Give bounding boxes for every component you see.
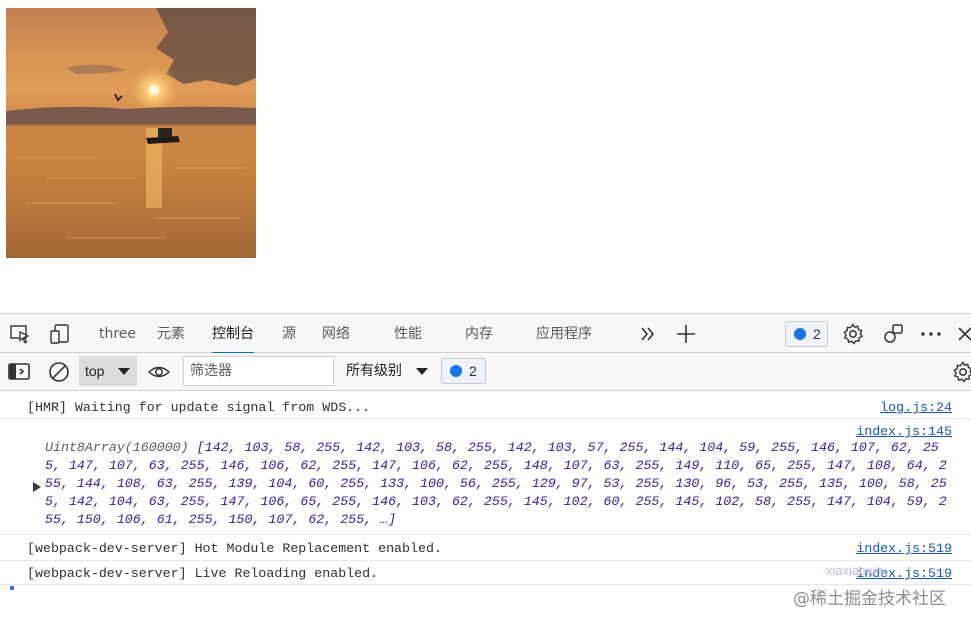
console-message-text: [webpack-dev-server] Hot Module Replacem…	[27, 541, 442, 556]
console-message-text: [webpack-dev-server] Live Reloading enab…	[27, 566, 379, 581]
console-settings-icon[interactable]	[951, 360, 971, 384]
device-emulation-icon[interactable]	[48, 322, 72, 346]
chevron-down-icon	[416, 368, 428, 375]
console-source-link[interactable]: log.js:24	[880, 400, 952, 415]
chevron-down-icon	[118, 368, 130, 375]
array-type-label: Uint8Array(160000)	[45, 440, 197, 455]
console-message: [HMR] Waiting for update signal from WDS…	[0, 394, 971, 419]
console-source-link[interactable]: index.js:519	[856, 541, 952, 556]
message-icon	[450, 365, 462, 377]
clear-console-icon[interactable]	[47, 360, 71, 384]
context-value: top	[85, 363, 105, 379]
console-message-array: index.js:145 Uint8Array(160000) [142, 10…	[0, 419, 971, 535]
uint8array-preview[interactable]: Uint8Array(160000) [142, 103, 58, 255, 1…	[45, 439, 951, 529]
tab-console[interactable]: 控制台	[212, 314, 254, 354]
watermark-small: xiaxiaoxia	[826, 563, 884, 578]
console-issues-count: 2	[469, 363, 477, 379]
devtools-tab-bar: three 元素 控制台 源 网络 性能 内存 应用程序 2	[0, 313, 971, 354]
settings-icon[interactable]	[841, 322, 865, 346]
console-message-text: [HMR] Waiting for update signal from WDS…	[27, 400, 371, 415]
log-levels-label: 所有级别	[346, 363, 402, 379]
watermark-text: @稀土掘金技术社区	[793, 589, 946, 609]
issues-count: 2	[813, 326, 821, 342]
tab-performance[interactable]: 性能	[394, 314, 422, 353]
more-options-icon[interactable]	[919, 322, 943, 346]
context-selector[interactable]: top	[79, 356, 137, 386]
tab-application[interactable]: 应用程序	[536, 314, 592, 353]
add-tab-icon[interactable]	[674, 322, 698, 346]
console-message: [webpack-dev-server] Hot Module Replacem…	[0, 535, 971, 561]
console-prompt[interactable]	[10, 586, 14, 590]
console-issues-badge[interactable]: 2	[441, 358, 486, 384]
tab-network[interactable]: 网络	[322, 314, 350, 353]
issues-badge[interactable]: 2	[785, 321, 828, 347]
message-icon	[794, 328, 806, 340]
expand-arrow-icon[interactable]	[33, 482, 41, 492]
tab-memory[interactable]: 内存	[465, 314, 493, 353]
console-source-link[interactable]: index.js:145	[856, 424, 952, 439]
console-toolbar: top 所有级别 2	[0, 353, 971, 391]
tab-three[interactable]: three	[99, 314, 136, 353]
customize-icon[interactable]	[881, 322, 905, 346]
tab-elements[interactable]: 元素	[157, 314, 185, 353]
close-icon[interactable]	[955, 322, 971, 346]
tab-sources[interactable]: 源	[282, 314, 296, 353]
live-expression-eye-icon[interactable]	[147, 360, 171, 384]
filter-input[interactable]	[183, 356, 334, 386]
sunset-boat-image	[6, 8, 256, 258]
inspect-element-icon[interactable]	[8, 322, 32, 346]
sunset-scene	[6, 8, 256, 258]
more-tabs-icon[interactable]	[636, 322, 660, 346]
toggle-sidebar-icon[interactable]	[7, 360, 31, 384]
log-levels-dropdown[interactable]: 所有级别	[346, 353, 428, 390]
